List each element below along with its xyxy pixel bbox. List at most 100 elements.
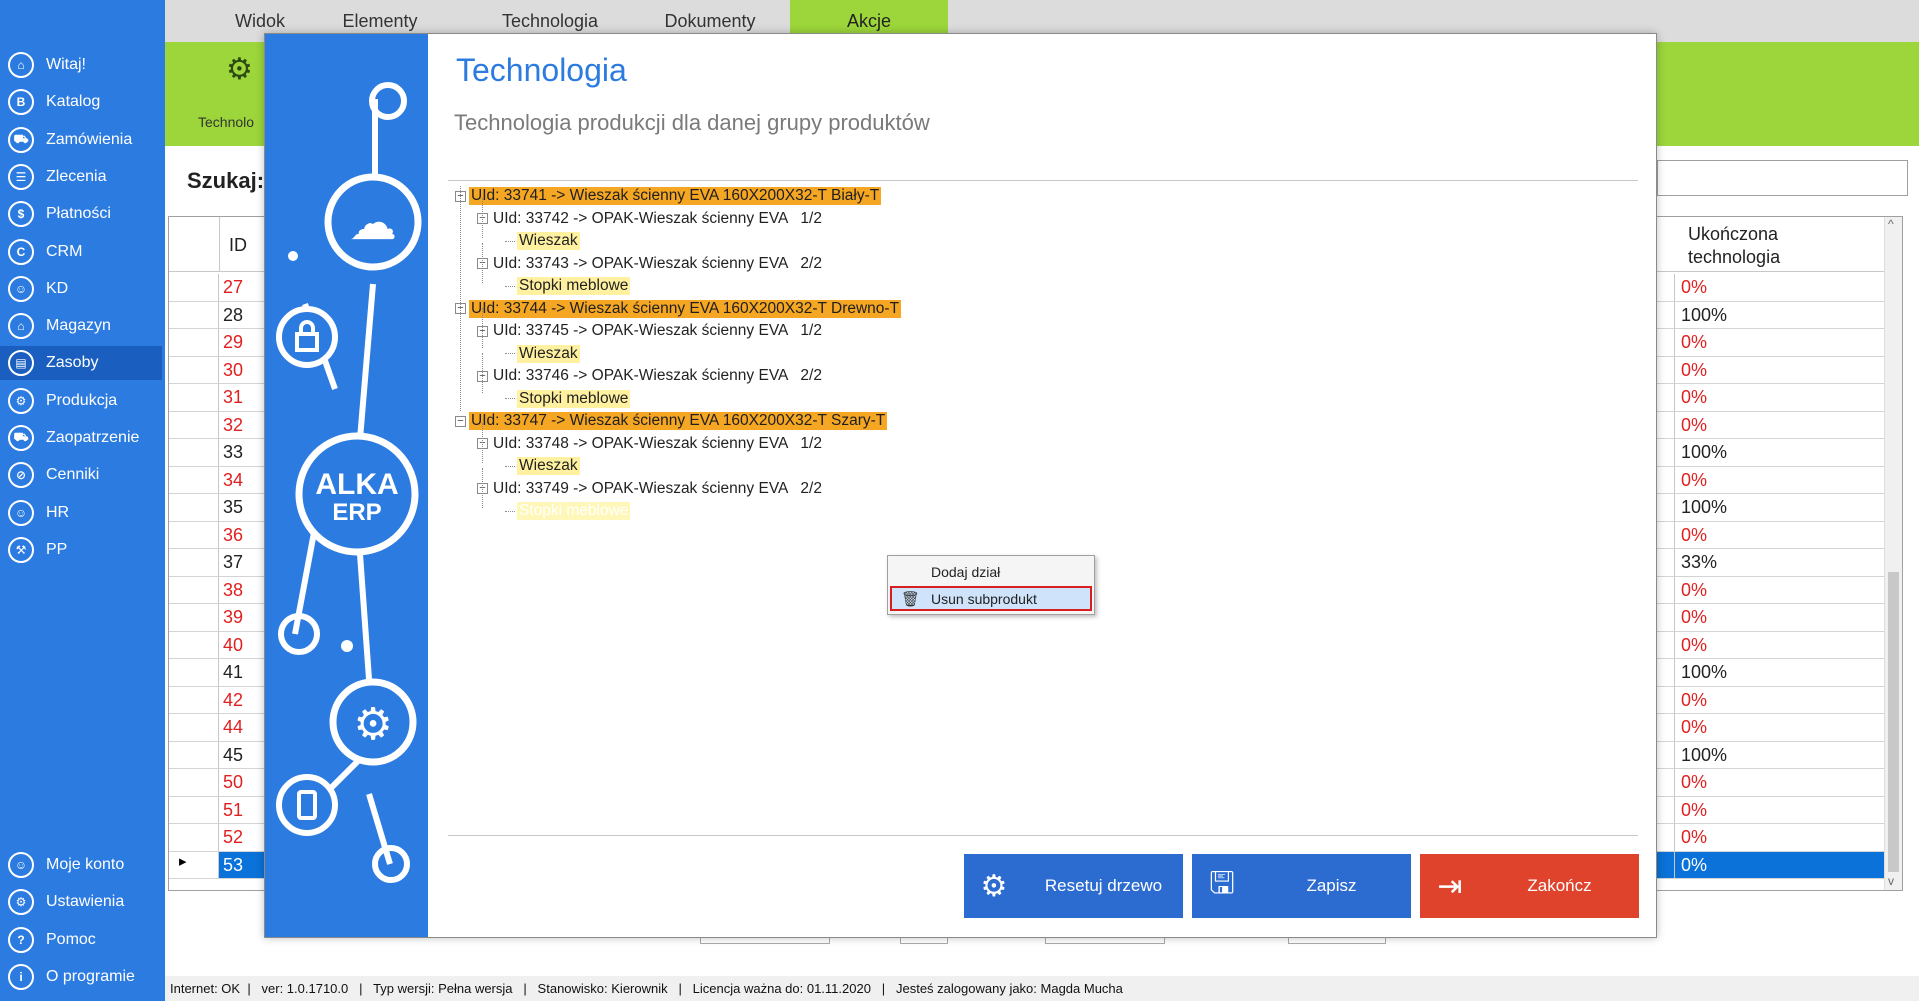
tree-node-section[interactable]: Stopki meblowe [505,501,631,521]
close-button[interactable]: ⇥ Zakończ [1420,854,1639,918]
sidebar-item-label: Zasoby [46,354,99,372]
row-selector[interactable] [169,329,219,356]
cell-separator [1674,796,1675,823]
row-selector[interactable]: ▸ [169,851,219,878]
row-selector[interactable] [169,769,219,796]
sidebar-item-label: Zlecenia [46,167,107,185]
sidebar-item-cenniki[interactable]: ⊘ Cenniki [0,458,162,492]
cell-separator [1674,329,1675,356]
tree-node-section[interactable]: Stopki meblowe [505,389,631,409]
gears-icon[interactable]: ⚙ [226,52,253,87]
collapse-toggle-icon[interactable]: − [455,415,466,427]
cell-tech-progress: 0% [1681,359,1708,380]
cell-tech-progress: 100% [1681,304,1728,325]
sidebar-item-crm[interactable]: C CRM [0,235,162,269]
sidebar-item-zamówienia[interactable]: ⛟ Zamówienia [0,123,162,157]
sidebar-item-moje-konto[interactable]: ☺ Moje konto [0,848,162,882]
scroll-down-icon[interactable]: v [1888,874,1894,888]
save-button[interactable]: 🖫 Zapisz [1192,854,1411,918]
sidebar-item-zlecenia[interactable]: ☰ Zlecenia [0,160,162,194]
sidebar-item-o-programie[interactable]: i O programie [0,960,162,994]
row-selector[interactable] [169,741,219,768]
row-selector[interactable] [169,384,219,411]
tree-node-product[interactable]: − UId: 33744 -> Wieszak ścienny EVA 160X2… [455,299,902,319]
reset-tree-button[interactable]: ⚙ Resetuj drzewo [964,854,1183,918]
row-selector[interactable] [169,439,219,466]
row-selector[interactable] [169,356,219,383]
sidebar-item-pp[interactable]: ⚒ PP [0,533,162,567]
settings-icon: ⚙ [8,889,34,916]
sidebar-item-label: Zaopatrzenie [46,429,140,446]
cell-tech-progress: 0% [1681,827,1708,847]
cell-separator [1674,824,1675,851]
tree-node-subproduct[interactable]: − UId: 33748 -> OPAK-Wieszak ścienny EVA … [477,434,824,454]
sidebar-item-produkcja[interactable]: ⚙ Produkcja [0,384,162,418]
sidebar-item-witaj-[interactable]: ⌂ Witaj! [0,48,162,82]
sidebar-item-pomoc[interactable]: ? Pomoc [0,923,162,957]
cell-id: 38 [223,579,244,600]
sidebar-item-płatności[interactable]: $ Płatności [0,197,162,231]
row-selector[interactable] [169,824,219,851]
row-selector[interactable] [169,604,219,631]
tree-node-subproduct[interactable]: − UId: 33743 -> OPAK-Wieszak ścienny EVA … [477,254,824,274]
tree-guide-line [482,243,483,283]
tree-node-section[interactable]: Stopki meblowe [505,276,631,296]
tree-connector [505,240,515,242]
sidebar-item-hr[interactable]: ☺ HR [0,496,162,530]
cell-separator [1674,769,1675,796]
tree-node-subproduct[interactable]: − UId: 33749 -> OPAK-Wieszak ścienny EVA … [477,479,824,499]
tree-node-product[interactable]: − UId: 33747 -> Wieszak ścienny EVA 160X2… [455,411,888,431]
sidebar-item-zasoby[interactable]: ▤ Zasoby [0,346,162,381]
context-item-add-section[interactable]: Dodaj dział [890,559,1092,584]
context-item-remove-subproduct[interactable]: 🗑 Usun subprodukt [890,586,1092,611]
tree-node-section[interactable]: Wieszak [505,231,580,251]
sidebar: ⌂ Witaj! B Katalog ⛟ Zamówienia ☰ Zlecenia $ Płat… [0,0,165,1001]
cell-tech-progress: 0% [1681,277,1708,297]
row-selector[interactable] [169,274,219,301]
tree-node-subproduct[interactable]: − UId: 33746 -> OPAK-Wieszak ścienny EVA … [477,366,824,386]
row-selector[interactable] [169,686,219,713]
cell-id: 36 [223,524,244,545]
row-selector[interactable] [169,796,219,823]
sidebar-item-label: Moje konto [46,856,125,873]
sidebar-item-zaopatrzenie[interactable]: ⛟ Zaopatrzenie [0,421,162,455]
row-selector[interactable] [169,411,219,438]
tree-node-product[interactable]: − UId: 33741 -> Wieszak ścienny EVA 160X2… [455,186,882,206]
sidebar-item-magazyn[interactable]: ⌂ Magazyn [0,309,162,343]
technology-tree[interactable]: − UId: 33741 -> Wieszak ścienny EVA 160X2… [455,186,1635,826]
cell-tech-progress: 0% [1681,524,1708,545]
context-item-label: Usun subprodukt [931,590,1037,607]
search-input[interactable] [1657,160,1908,196]
row-selector[interactable] [169,576,219,603]
tree-node-label: Stopki meblowe [517,277,631,295]
row-selector[interactable] [169,659,219,686]
sidebar-item-kd[interactable]: ☺ KD [0,272,162,306]
ribbon-button-label[interactable]: Technolo [198,114,254,130]
scroll-thumb[interactable] [1888,572,1899,872]
tree-node-section[interactable]: Wieszak [505,456,580,476]
phone-circle [276,774,338,836]
tree-node-section[interactable]: Wieszak [505,344,580,364]
trash-icon: 🗑 [901,591,921,608]
column-header-id[interactable]: ID [229,235,247,256]
sidebar-item-label: O programie [46,967,135,985]
row-selector[interactable] [169,714,219,741]
grid-header-separator [219,217,220,272]
sidebar-item-ustawienia[interactable]: ⚙ Ustawienia [0,885,162,919]
row-selector[interactable] [169,301,219,328]
column-header-tech[interactable]: Ukończona technologia [1688,223,1780,269]
logo-text-2: ERP [332,499,381,526]
row-selector[interactable] [169,466,219,493]
row-selector[interactable] [169,549,219,576]
sidebar-item-label: Katalog [46,93,101,111]
tree-node-subproduct[interactable]: − UId: 33745 -> OPAK-Wieszak ścienny EVA … [477,321,824,341]
grid-scrollbar[interactable]: ^ v [1884,217,1902,890]
scroll-up-icon[interactable]: ^ [1888,217,1894,231]
row-selector[interactable] [169,631,219,658]
sidebar-item-katalog[interactable]: B Katalog [0,85,162,119]
cell-separator [1674,686,1675,713]
tree-guide-line [482,308,483,348]
row-selector[interactable] [169,494,219,521]
row-selector[interactable] [169,521,219,548]
tree-node-subproduct[interactable]: − UId: 33742 -> OPAK-Wieszak ścienny EVA … [477,209,824,229]
